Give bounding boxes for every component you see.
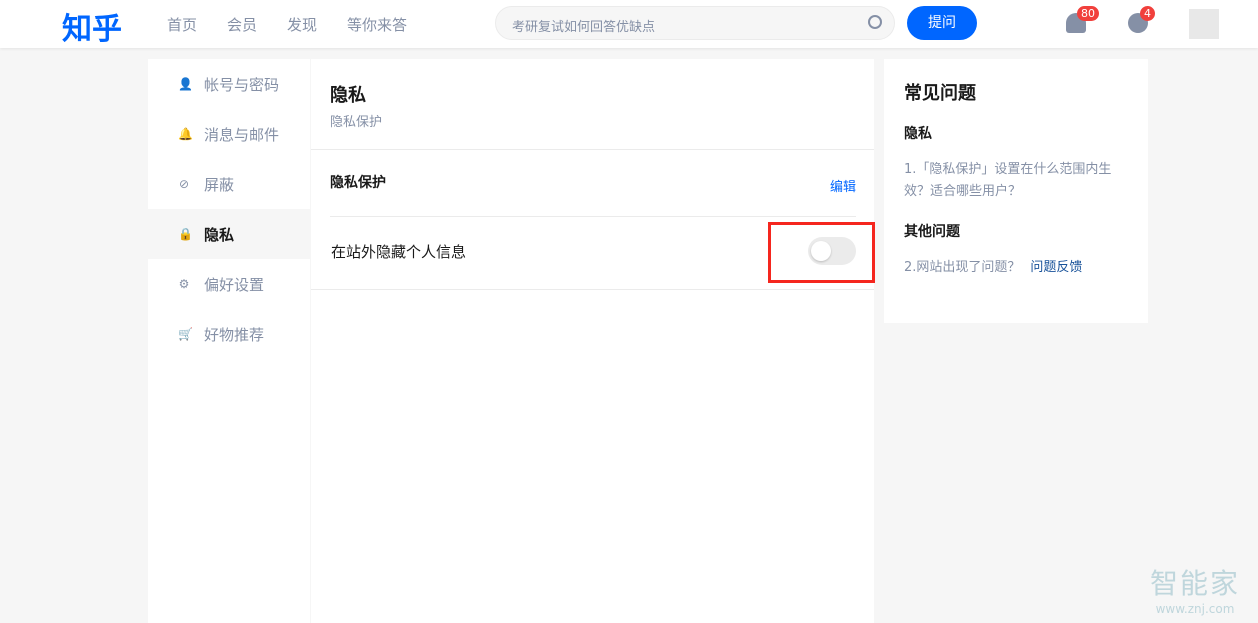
setting-label: 在站外隐藏个人信息 (331, 241, 466, 262)
block-icon: ⊘ (178, 177, 190, 191)
sidebar-item-account[interactable]: 👤 帐号与密码 (148, 59, 310, 109)
lock-icon: 🔒 (178, 227, 190, 241)
page-title: 隐私 (330, 81, 366, 107)
gear-icon: ⚙ (178, 277, 190, 291)
divider (311, 289, 874, 290)
watermark-name: 智能家 (1150, 562, 1240, 602)
highlight-box (768, 222, 875, 283)
page-subtitle: 隐私保护 (330, 111, 382, 130)
sidebar-item-recommend[interactable]: 🛒 好物推荐 (148, 309, 310, 359)
search-input[interactable]: 考研复试如何回答优缺点 (495, 6, 895, 40)
user-icon: 👤 (178, 77, 190, 91)
sidebar-item-label: 好物推荐 (204, 324, 264, 345)
nav-waiting-answers[interactable]: 等你来答 (347, 14, 407, 35)
sidebar-item-messages[interactable]: 🔔 消息与邮件 (148, 109, 310, 159)
faq-title: 常见问题 (904, 79, 1128, 105)
sidebar-item-label: 屏蔽 (204, 174, 234, 195)
watermark-url: www.znj.com (1150, 602, 1240, 616)
faq-question-1[interactable]: 1.「隐私保护」设置在什么范围内生效？适合哪些用户？ (904, 159, 1128, 203)
edit-button[interactable]: 编辑 (830, 176, 856, 195)
notification-badge: 80 (1077, 6, 1099, 21)
section-title: 隐私保护 (330, 172, 386, 192)
nav-home[interactable]: 首页 (167, 14, 197, 35)
nav-membership[interactable]: 会员 (227, 14, 257, 35)
cart-icon: 🛒 (178, 327, 190, 341)
settings-sidebar: 👤 帐号与密码 🔔 消息与邮件 ⊘ 屏蔽 🔒 隐私 ⚙ 偏好设置 🛒 好物推荐 (148, 59, 310, 623)
zhihu-logo[interactable]: 知乎 (62, 4, 122, 48)
sidebar-item-label: 隐私 (204, 224, 234, 245)
nav-discover[interactable]: 发现 (287, 14, 317, 35)
sidebar-item-privacy[interactable]: 🔒 隐私 (148, 209, 310, 259)
sidebar-item-label: 消息与邮件 (204, 124, 279, 145)
message-badge: 4 (1140, 6, 1155, 21)
feedback-link[interactable]: 问题反馈 (1030, 260, 1082, 275)
faq-card: 常见问题 隐私 1.「隐私保护」设置在什么范围内生效？适合哪些用户？ 其他问题 … (884, 59, 1148, 323)
faq-question-2: 2.网站出现了问题？ (904, 260, 1020, 275)
faq-group-privacy: 隐私 (904, 123, 1128, 143)
avatar[interactable] (1189, 9, 1219, 39)
faq-group-other: 其他问题 (904, 221, 1128, 241)
watermark: 智能家 www.znj.com (1150, 562, 1240, 616)
privacy-panel: 隐私 隐私保护 隐私保护 编辑 在站外隐藏个人信息 (311, 59, 874, 623)
bell-icon: 🔔 (178, 127, 190, 141)
divider (311, 149, 874, 150)
divider (330, 216, 856, 217)
sidebar-item-block[interactable]: ⊘ 屏蔽 (148, 159, 310, 209)
top-bar: 知乎 首页 会员 发现 等你来答 考研复试如何回答优缺点 提问 80 4 (0, 0, 1258, 48)
search-placeholder: 考研复试如何回答优缺点 (512, 20, 655, 35)
sidebar-item-label: 帐号与密码 (204, 74, 279, 95)
search-icon[interactable] (868, 15, 882, 29)
sidebar-item-preferences[interactable]: ⚙ 偏好设置 (148, 259, 310, 309)
ask-button[interactable]: 提问 (907, 6, 977, 40)
sidebar-item-label: 偏好设置 (204, 274, 264, 295)
